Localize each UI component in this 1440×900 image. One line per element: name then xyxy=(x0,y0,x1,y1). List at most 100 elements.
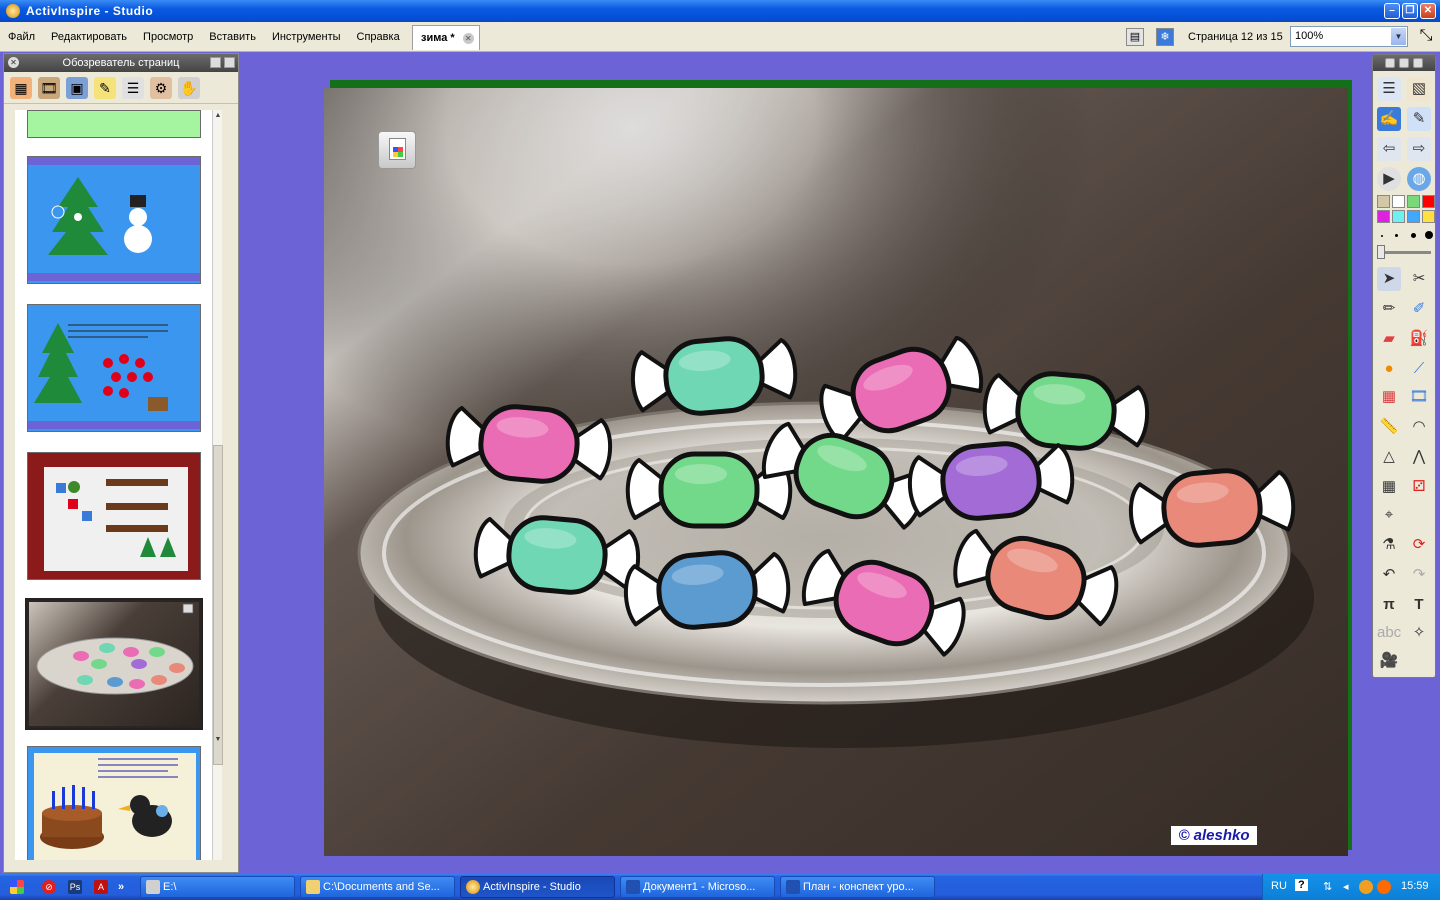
next-page-icon[interactable]: ⇨ xyxy=(1407,137,1431,161)
color-swatch-4[interactable] xyxy=(1422,195,1435,208)
candy[interactable] xyxy=(982,368,1150,454)
clear-icon[interactable]: ⚗ xyxy=(1377,533,1401,557)
screen-recorder-icon[interactable]: 🎥 xyxy=(1377,649,1401,673)
thumbnail-page-10[interactable] xyxy=(27,156,201,284)
candy[interactable] xyxy=(473,512,641,598)
connector-icon[interactable]: ⟋ xyxy=(1407,357,1431,381)
task-button-4[interactable]: Документ1 - Microso... xyxy=(620,876,775,898)
minimize-button[interactable]: – xyxy=(1384,3,1400,19)
candy[interactable] xyxy=(948,522,1124,634)
profile-icon[interactable]: ▧ xyxy=(1407,77,1431,101)
menu-file[interactable]: Файл xyxy=(0,31,43,43)
notes-browser-icon[interactable]: ✎ xyxy=(94,76,116,99)
menu-edit[interactable]: Редактировать xyxy=(43,31,135,43)
browser-tray-icon[interactable] xyxy=(1377,880,1391,894)
text-icon[interactable]: T xyxy=(1407,593,1431,617)
page-browser-icon[interactable]: ▦ xyxy=(10,76,32,99)
undo-icon[interactable]: ↶ xyxy=(1377,563,1401,587)
help-tray-icon[interactable]: ? xyxy=(1295,879,1308,891)
tools-icon[interactable]: ✂ xyxy=(1407,267,1431,291)
restore-button[interactable]: ❐ xyxy=(1402,3,1418,19)
thumbnail-page-11[interactable] xyxy=(27,304,201,432)
antivirus-icon[interactable]: ⊘ xyxy=(42,880,56,894)
shape-icon[interactable]: ● xyxy=(1377,357,1401,381)
fullscreen-icon[interactable]: ⤡ xyxy=(1416,28,1436,46)
pen-width-dots[interactable] xyxy=(1379,231,1433,241)
acrobat-icon[interactable]: A xyxy=(94,880,108,894)
eraser-icon[interactable]: ▰ xyxy=(1377,327,1401,351)
dice-icon[interactable]: ⚂ xyxy=(1407,475,1431,499)
color-swatch-5[interactable] xyxy=(1377,210,1390,223)
network-tray-icon[interactable]: ⇅ xyxy=(1323,880,1332,893)
camera-icon[interactable]: 🎞 xyxy=(1407,385,1431,409)
close-panel-icon[interactable]: ✕ xyxy=(8,57,19,68)
math-symbol-icon[interactable]: π xyxy=(1377,593,1401,617)
color-swatch-6[interactable] xyxy=(1392,210,1405,223)
candy[interactable] xyxy=(630,333,798,419)
menu-view[interactable]: Просмотр xyxy=(135,31,201,43)
embedded-document-icon[interactable] xyxy=(378,131,416,169)
ruler-icon[interactable]: 📏 xyxy=(1377,415,1401,439)
candy[interactable] xyxy=(1128,465,1296,551)
tab-close-icon[interactable]: ✕ xyxy=(462,32,474,44)
task-button-1[interactable]: E:\ xyxy=(140,876,295,898)
windows-icon[interactable] xyxy=(10,880,24,894)
color-swatch-3[interactable] xyxy=(1407,195,1420,208)
zoom-select[interactable]: 100% ▼ xyxy=(1290,26,1408,47)
color-swatch-1[interactable] xyxy=(1377,195,1390,208)
menu-insert[interactable]: Вставить xyxy=(201,31,264,43)
desktop-tools-icon[interactable]: ✎ xyxy=(1407,107,1431,131)
document-tab[interactable]: зима * ✕ xyxy=(412,25,480,50)
toolbox-restore-icon[interactable] xyxy=(1385,58,1395,68)
slider-handle[interactable] xyxy=(1377,245,1385,259)
main-menu-icon[interactable]: ☰ xyxy=(1377,77,1401,101)
toolbox-close-icon[interactable] xyxy=(1413,58,1423,68)
menu-help[interactable]: Справка xyxy=(349,31,408,43)
candy[interactable] xyxy=(907,438,1075,524)
page-browser-scrollbar[interactable]: ▲ ▼ xyxy=(212,110,223,860)
triangle-icon[interactable]: △ xyxy=(1377,445,1401,469)
resource-library-icon[interactable]: ▦ xyxy=(1377,385,1401,409)
thumbnail-page-12[interactable] xyxy=(27,452,201,580)
color-swatch-2[interactable] xyxy=(1392,195,1405,208)
magic-ink-icon[interactable]: ✧ xyxy=(1407,621,1431,645)
color-swatch-8[interactable] xyxy=(1422,210,1435,223)
photoshop-icon[interactable]: Ps xyxy=(68,880,82,894)
task-button-3[interactable]: ActivInspire - Studio xyxy=(460,876,615,898)
reset-page-icon[interactable]: ⟳ xyxy=(1407,533,1431,557)
task-button-5[interactable]: План - конспект уро... xyxy=(780,876,935,898)
compass-icon[interactable]: ⋀ xyxy=(1407,445,1431,469)
highlighter-icon[interactable]: ✐ xyxy=(1407,297,1431,321)
resource-browser-icon[interactable]: 🎞 xyxy=(38,76,60,99)
redo-icon[interactable]: ↷ xyxy=(1407,563,1431,587)
flipchart-canvas[interactable] xyxy=(324,88,1348,856)
pen-icon[interactable]: ✏ xyxy=(1377,297,1401,321)
mail-agent-icon[interactable] xyxy=(1359,880,1373,894)
play-icon[interactable]: ▶ xyxy=(1377,167,1401,191)
quicklaunch-more[interactable]: » xyxy=(118,881,124,893)
menu-tools[interactable]: Инструменты xyxy=(264,31,349,43)
candy[interactable] xyxy=(623,547,791,633)
close-button[interactable]: ✕ xyxy=(1420,3,1436,19)
arrow-left-tray-icon[interactable]: ◂ xyxy=(1343,880,1349,893)
candy[interactable] xyxy=(812,328,989,451)
thumbnail-page-9[interactable] xyxy=(27,110,201,138)
scroll-up-icon[interactable]: ▲ xyxy=(213,110,223,122)
scrollbar-thumb[interactable] xyxy=(213,445,223,765)
handwriting-icon[interactable]: abc xyxy=(1377,621,1401,645)
desktop-annotate-icon[interactable]: ✍ xyxy=(1377,107,1401,131)
task-button-2[interactable]: C:\Documents and Se... xyxy=(300,876,455,898)
action-browser-icon[interactable]: ⚙ xyxy=(150,76,172,99)
spotlight-icon[interactable]: ⌖ xyxy=(1377,503,1401,527)
pen-width-slider[interactable] xyxy=(1377,245,1431,259)
candy[interactable] xyxy=(445,401,613,487)
thumbnail-page-13[interactable] xyxy=(25,598,203,730)
select-cursor-icon[interactable]: ➤ xyxy=(1377,267,1401,291)
toolbox-collapse-icon[interactable] xyxy=(1399,58,1409,68)
snowflake-icon[interactable]: ❄ xyxy=(1156,28,1174,46)
color-swatch-7[interactable] xyxy=(1407,210,1420,223)
panel-pin-icon[interactable] xyxy=(224,57,235,68)
language-indicator[interactable]: RU xyxy=(1271,880,1287,892)
protractor-icon[interactable]: ◠ xyxy=(1407,415,1431,439)
object-browser-icon[interactable]: ▣ xyxy=(66,76,88,99)
